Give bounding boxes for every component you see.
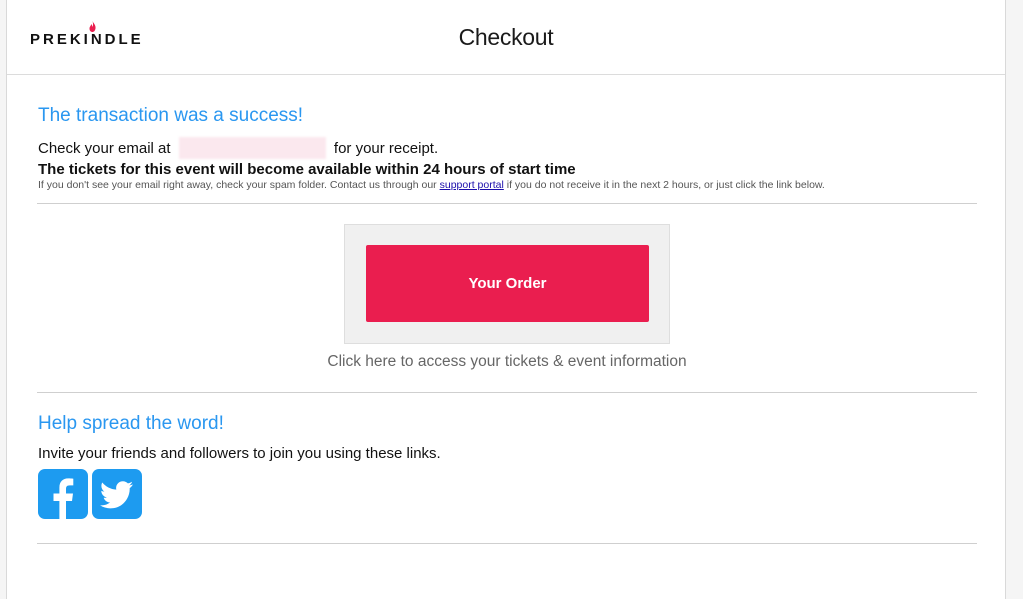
success-title: The transaction was a success!: [38, 105, 304, 126]
twitter-share-button[interactable]: [92, 469, 142, 519]
divider: [37, 543, 977, 544]
twitter-icon: [100, 481, 133, 509]
order-panel: Your Order: [344, 224, 670, 344]
support-portal-link[interactable]: support portal: [440, 179, 504, 191]
redacted-email: [178, 137, 326, 159]
share-description: Invite your friends and followers to joi…: [38, 445, 441, 462]
spam-folder-note: If you don't see your email right away, …: [38, 179, 825, 191]
checkout-page: PREKINDLE Checkout The transaction was a…: [6, 0, 1006, 599]
header: PREKINDLE Checkout: [7, 0, 1005, 75]
facebook-icon: [53, 478, 74, 519]
your-order-button[interactable]: Your Order: [366, 245, 649, 322]
spam-note-after: if you do not receive it in the next 2 h…: [506, 179, 825, 191]
page-title: Checkout: [458, 24, 554, 50]
order-caption[interactable]: Click here to access your tickets & even…: [37, 353, 977, 371]
email-suffix: for your receipt.: [333, 140, 439, 157]
divider: [37, 392, 977, 393]
tickets-availability-notice: The tickets for this event will become a…: [38, 161, 576, 178]
email-prefix: Check your email at: [38, 140, 171, 157]
spam-note-before: If you don't see your email right away, …: [38, 179, 437, 191]
email-receipt-line: Check your email at for your receipt.: [38, 137, 438, 159]
facebook-share-button[interactable]: [38, 469, 88, 519]
divider: [37, 203, 977, 204]
share-title: Help spread the word!: [38, 413, 224, 434]
